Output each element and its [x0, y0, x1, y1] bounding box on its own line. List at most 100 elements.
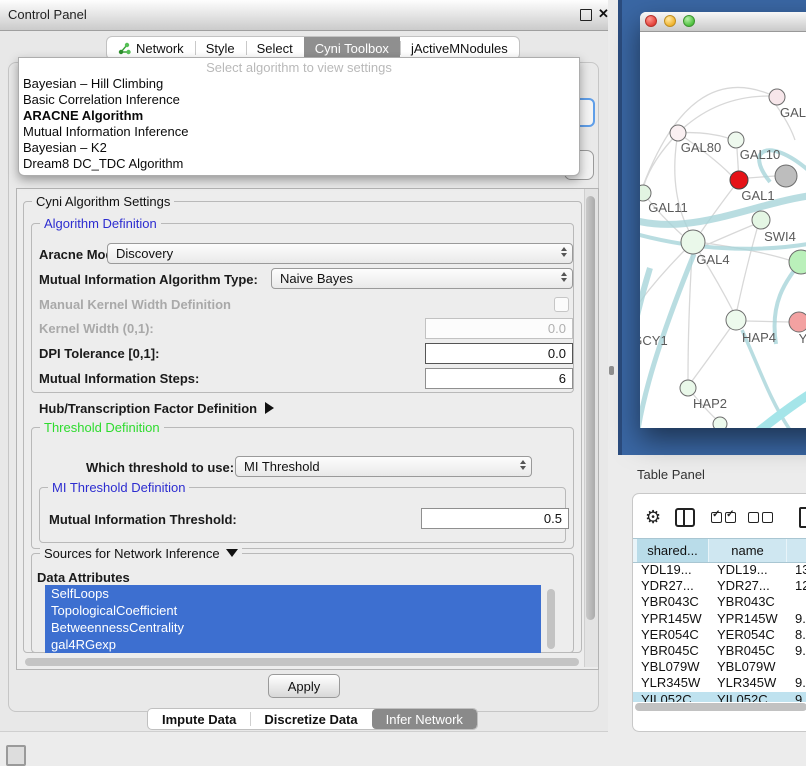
- control-panel-titlebar: [0, 0, 608, 31]
- network-node[interactable]: [769, 89, 785, 105]
- network-window-titlebar[interactable]: [640, 12, 806, 32]
- deselect-all-icon[interactable]: [748, 512, 773, 523]
- network-node[interactable]: [789, 250, 806, 274]
- table-row[interactable]: YDL19...YDL19...13: [633, 562, 806, 578]
- apply-button[interactable]: Apply: [268, 674, 340, 698]
- splitter-handle[interactable]: [609, 366, 614, 375]
- select-all-icon[interactable]: [711, 512, 736, 523]
- float-window-icon[interactable]: [580, 9, 592, 21]
- mac-zoom-button[interactable]: [683, 15, 695, 27]
- tab-style[interactable]: Style: [195, 37, 246, 59]
- table-cell: YDL19...: [633, 562, 709, 578]
- table-cell: YPR145W: [633, 611, 709, 627]
- tab-infer-network[interactable]: Infer Network: [372, 709, 477, 729]
- manual-kernel-checkbox[interactable]: [554, 297, 569, 312]
- spinner-arrows-icon: [520, 460, 526, 470]
- data-attributes-list[interactable]: SelfLoopsTopologicalCoefficientBetweenne…: [45, 585, 557, 653]
- dropdown-item-list: Bayesian – Hill ClimbingBasic Correlatio…: [19, 76, 579, 172]
- node-label: GAL4: [696, 252, 729, 267]
- collapsed-panel-icon[interactable]: [6, 745, 26, 766]
- network-node[interactable]: [713, 417, 727, 428]
- table-cell: YBR043C: [709, 594, 787, 610]
- attribute-list-item[interactable]: gal4RGexp: [45, 636, 541, 653]
- dropdown-item[interactable]: Bayesian – K2: [19, 140, 579, 156]
- settings-horizontal-scrollbar[interactable]: [25, 658, 579, 666]
- network-node[interactable]: [681, 230, 705, 254]
- control-panel-title: Control Panel: [8, 7, 87, 22]
- tab-impute-data[interactable]: Impute Data: [148, 709, 250, 729]
- sources-group-title[interactable]: Sources for Network Inference: [40, 546, 242, 561]
- tab-discretize-data[interactable]: Discretize Data: [250, 709, 371, 729]
- table-mode-icon[interactable]: [799, 507, 806, 528]
- mac-close-button[interactable]: [645, 15, 657, 27]
- network-node[interactable]: [640, 185, 651, 201]
- cyni-settings-group-title: Cyni Algorithm Settings: [32, 194, 174, 209]
- tab-cyni-toolbox[interactable]: Cyni Toolbox: [304, 37, 400, 59]
- tab-network[interactable]: Network: [107, 37, 195, 59]
- mi-steps-field[interactable]: 6: [425, 368, 573, 389]
- table-cell: YPR145W: [709, 611, 787, 627]
- network-edges-highlighted: [640, 150, 806, 428]
- close-icon[interactable]: ✕: [598, 6, 609, 22]
- dropdown-item[interactable]: Dream8 DC_TDC Algorithm: [19, 156, 579, 172]
- dpi-tolerance-label: DPI Tolerance [0,1]:: [39, 346, 159, 361]
- which-threshold-combo[interactable]: MI Threshold: [235, 456, 532, 477]
- mi-threshold-label: Mutual Information Threshold:: [49, 512, 237, 527]
- table-row[interactable]: YIL052CYIL052C9.: [633, 692, 806, 703]
- network-node[interactable]: [775, 165, 797, 187]
- table-row[interactable]: YBR043CYBR043C: [633, 594, 806, 610]
- column-header-name[interactable]: name: [709, 539, 787, 562]
- mi-type-combo[interactable]: Naive Bayes: [271, 268, 573, 289]
- split-columns-icon[interactable]: [675, 508, 695, 527]
- dropdown-item[interactable]: Basic Correlation Inference: [19, 92, 579, 108]
- table-toolbar: ⚙: [633, 502, 806, 532]
- table-body[interactable]: YDL19...YDL19...13YDR27...YDR27...12YBR0…: [633, 562, 806, 702]
- threshold-definition-title: Threshold Definition: [40, 420, 164, 435]
- attributes-list-scrollbar[interactable]: [547, 589, 555, 649]
- network-graph[interactable]: GALGAL80GAL10GAL1GAL11SWI4GAL4GCY1HAP4YH…: [640, 31, 806, 428]
- network-node[interactable]: [726, 310, 746, 330]
- table-horizontal-scrollbar[interactable]: [635, 703, 806, 711]
- node-label: GAL1: [741, 188, 774, 203]
- hub-section-toggle[interactable]: Hub/Transcription Factor Definition: [39, 401, 274, 416]
- node-label: SWI4: [764, 229, 796, 244]
- column-header-partial[interactable]: [787, 539, 806, 562]
- gear-icon[interactable]: ⚙: [645, 508, 661, 526]
- dpi-tolerance-field[interactable]: 0.0: [425, 343, 573, 364]
- network-node[interactable]: [670, 125, 686, 141]
- dropdown-item[interactable]: ARACNE Algorithm: [19, 108, 579, 124]
- control-panel: Control Panel ✕ Network Style Select Cyn…: [0, 0, 608, 732]
- table-row[interactable]: YDR27...YDR27...12: [633, 578, 806, 594]
- settings-vertical-scrollbar-thumb[interactable]: [586, 196, 595, 620]
- network-node[interactable]: [752, 211, 770, 229]
- table-row[interactable]: YPR145WYPR145W9.: [633, 611, 806, 627]
- network-node[interactable]: [789, 312, 806, 332]
- settings-scrollpane: Cyni Algorithm Settings Algorithm Defini…: [16, 188, 599, 670]
- network-view-window[interactable]: GALGAL80GAL10GAL1GAL11SWI4GAL4GCY1HAP4YH…: [640, 12, 806, 428]
- dropdown-item[interactable]: Bayesian – Hill Climbing: [19, 76, 579, 92]
- network-icon: [118, 42, 131, 55]
- kernel-width-field[interactable]: 0.0: [425, 318, 573, 339]
- node-label: HAP4: [742, 330, 776, 345]
- tab-jactivemnodules[interactable]: jActiveMNodules: [400, 37, 519, 59]
- table-cell: YLR345W: [709, 675, 787, 691]
- network-node[interactable]: [730, 171, 748, 189]
- table-row[interactable]: YBL079WYBL079W: [633, 659, 806, 675]
- attribute-list-item[interactable]: SelfLoops: [45, 585, 541, 602]
- attribute-list-item[interactable]: TopologicalCoefficient: [45, 602, 541, 619]
- mac-minimize-button[interactable]: [664, 15, 676, 27]
- node-label: GAL80: [681, 140, 721, 155]
- data-attributes-label: Data Attributes: [37, 570, 130, 585]
- network-node[interactable]: [728, 132, 744, 148]
- network-node[interactable]: [680, 380, 696, 396]
- column-header-shared[interactable]: shared...: [633, 539, 709, 562]
- attribute-list-item[interactable]: BetweennessCentrality: [45, 619, 541, 636]
- mi-threshold-field[interactable]: 0.5: [421, 508, 569, 529]
- tab-select[interactable]: Select: [246, 37, 304, 59]
- table-row[interactable]: YER054CYER054C8.: [633, 627, 806, 643]
- table-row[interactable]: YBR045CYBR045C9.: [633, 643, 806, 659]
- dropdown-item[interactable]: Mutual Information Inference: [19, 124, 579, 140]
- table-cell: YBR043C: [633, 594, 709, 610]
- aracne-mode-combo[interactable]: Discovery: [107, 243, 573, 264]
- table-row[interactable]: YLR345WYLR345W9.: [633, 675, 806, 691]
